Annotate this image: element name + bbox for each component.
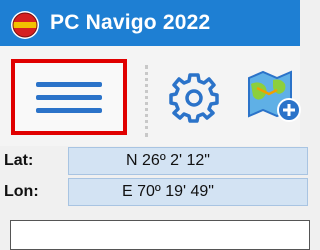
toolbar-separator xyxy=(145,65,148,137)
title-bar: PC Navigo 2022 xyxy=(0,0,300,46)
toolbar xyxy=(0,46,303,146)
settings-button[interactable] xyxy=(166,66,222,126)
longitude-value: E 70º 19' 49" xyxy=(68,178,308,206)
window-title: PC Navigo 2022 xyxy=(50,11,211,34)
longitude-label: Lon: xyxy=(4,183,39,200)
hamburger-menu-icon xyxy=(36,82,102,113)
content-panel xyxy=(10,220,310,250)
menu-button[interactable] xyxy=(11,59,127,135)
latitude-value: N 26º 2' 12" xyxy=(68,147,308,175)
gear-icon xyxy=(169,73,219,123)
app-logo-icon xyxy=(11,11,39,39)
latitude-label: Lat: xyxy=(4,152,34,169)
longitude-row: Lon: E 70º 19' 49" xyxy=(0,178,308,206)
latitude-row: Lat: N 26º 2' 12" xyxy=(0,147,308,175)
add-map-button[interactable] xyxy=(247,68,303,128)
map-add-icon xyxy=(248,70,301,122)
